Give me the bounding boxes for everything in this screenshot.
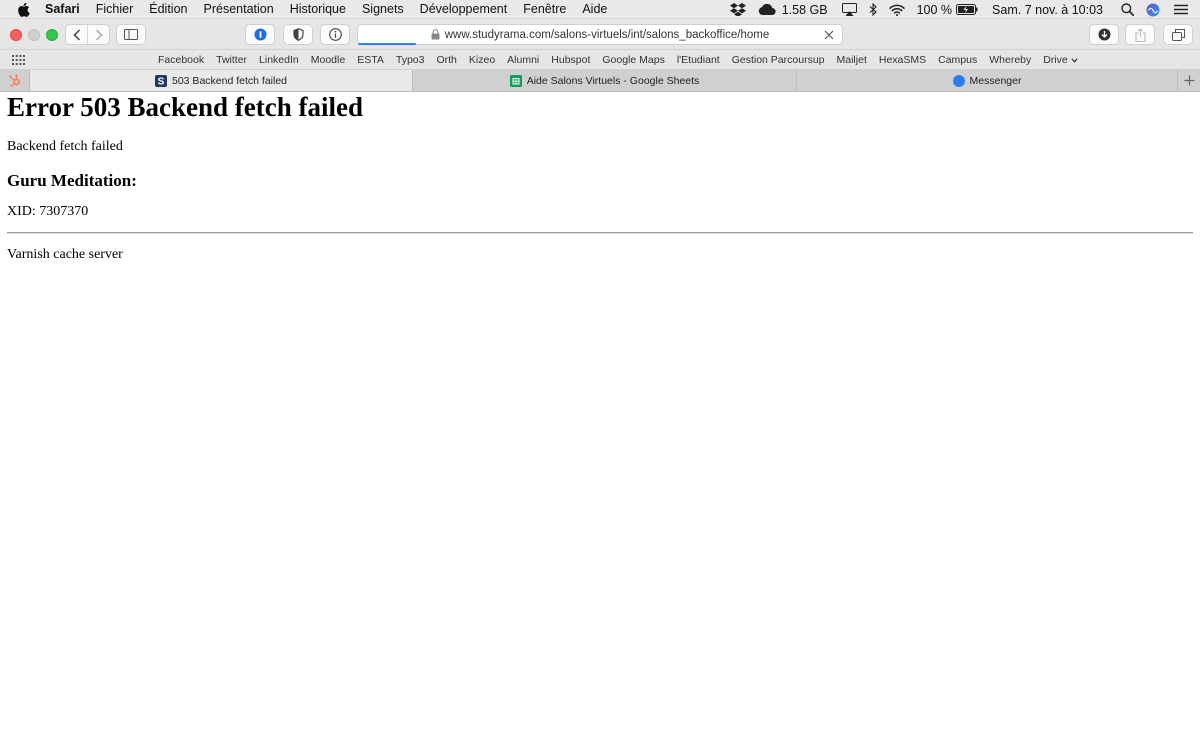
browser-toolbar: www.studyrama.com/salons-virtuels/int/sa…: [0, 19, 1200, 50]
window-zoom-button[interactable]: [46, 29, 58, 41]
menu-fichier[interactable]: Fichier: [96, 2, 134, 16]
favorite-gestion-parcoursup[interactable]: Gestion Parcoursup: [726, 54, 831, 66]
sidebar-toggle-button[interactable]: [116, 24, 146, 45]
favorite-google-maps[interactable]: Google Maps: [596, 54, 670, 66]
spotlight-icon[interactable]: [1121, 3, 1134, 16]
navigation-buttons: [65, 24, 110, 45]
tab-title: Messenger: [969, 74, 1022, 87]
error-message: Backend fetch failed: [7, 139, 123, 154]
menu-aide[interactable]: Aide: [582, 2, 607, 16]
share-button[interactable]: [1125, 24, 1155, 45]
favorite-esta[interactable]: ESTA: [351, 54, 390, 66]
dropbox-icon[interactable]: [729, 3, 746, 16]
memory-status[interactable]: 1.58 GB: [782, 3, 828, 17]
menu-presentation[interactable]: Présentation: [204, 2, 274, 16]
favorite-orth[interactable]: Orth: [430, 54, 462, 66]
clock[interactable]: Sam. 7 nov. à 10:03: [992, 3, 1103, 17]
chevron-right-icon: [95, 28, 103, 41]
1password-extension-button[interactable]: [245, 24, 275, 45]
favorite-facebook[interactable]: Facebook: [152, 54, 210, 66]
window-minimize-button[interactable]: [28, 29, 40, 41]
favorite-hubspot[interactable]: Hubspot: [545, 54, 596, 66]
web-page-content: Error 503 Backend fetch failed Backend f…: [0, 92, 1200, 750]
url-text[interactable]: www.studyrama.com/salons-virtuels/int/sa…: [445, 29, 769, 41]
favorite-whereby[interactable]: Whereby: [983, 54, 1037, 66]
tab-bar: S 503 Backend fetch failed Aide Salons V…: [0, 70, 1200, 92]
pinned-tab-hubspot[interactable]: [0, 70, 30, 91]
siri-icon[interactable]: [1146, 3, 1160, 17]
chevron-left-icon: [72, 28, 80, 41]
forward-button[interactable]: [87, 25, 109, 44]
menu-developpement[interactable]: Développement: [420, 2, 508, 16]
new-tab-button[interactable]: [1178, 70, 1200, 91]
favorites-bar: Facebook Twitter LinkedIn Moodle ESTA Ty…: [0, 50, 1200, 70]
favorites-grid-icon[interactable]: [12, 55, 25, 65]
info-icon: [328, 28, 342, 41]
menu-bar: Safari Fichier Édition Présentation Hist…: [0, 0, 1200, 19]
window-close-button[interactable]: [10, 29, 22, 41]
battery-percent[interactable]: 100 %: [917, 3, 952, 17]
messenger-icon: [952, 74, 965, 87]
share-icon: [1134, 27, 1146, 42]
guru-meditation-heading: Guru Meditation:: [7, 171, 137, 190]
info-button[interactable]: [320, 24, 350, 45]
downloads-button[interactable]: [1089, 24, 1119, 45]
favorite-campus[interactable]: Campus: [932, 54, 983, 66]
favorite-mailjet[interactable]: Mailjet: [831, 54, 873, 66]
menu-edition[interactable]: Édition: [149, 2, 187, 16]
favorite-folder-drive[interactable]: Drive: [1037, 54, 1084, 66]
studyrama-s-icon: S: [155, 74, 167, 87]
chevron-down-icon: [1071, 57, 1078, 63]
tabs-icon: [1171, 28, 1185, 41]
favorite-kizeo[interactable]: Kizeo: [463, 54, 501, 66]
lock-icon: [431, 29, 440, 40]
favorite-alumni[interactable]: Alumni: [501, 54, 545, 66]
stop-loading-button[interactable]: [821, 27, 837, 43]
menu-historique[interactable]: Historique: [290, 2, 346, 16]
favorite-folder-label: Drive: [1043, 54, 1068, 66]
tab-503-backend-fetch-failed[interactable]: S 503 Backend fetch failed: [30, 70, 413, 91]
menu-signets[interactable]: Signets: [362, 2, 404, 16]
shield-icon: [292, 28, 304, 41]
sidebar-icon: [124, 29, 138, 40]
tab-title: 503 Backend fetch failed: [172, 74, 287, 87]
tab-overview-button[interactable]: [1163, 24, 1193, 45]
tab-messenger[interactable]: Messenger: [797, 70, 1178, 91]
tab-title: Aide Salons Virtuels - Google Sheets: [526, 74, 700, 87]
back-button[interactable]: [66, 25, 87, 44]
control-center-icon[interactable]: [1174, 4, 1188, 15]
apple-icon[interactable]: [15, 1, 31, 17]
privacy-report-button[interactable]: [283, 24, 313, 45]
bluetooth-icon[interactable]: [869, 3, 877, 16]
page-load-progress: [358, 43, 417, 45]
favorite-letudiant[interactable]: l'Etudiant: [671, 54, 726, 66]
menu-app-name[interactable]: Safari: [45, 2, 80, 16]
divider: [7, 232, 1193, 234]
status-area: 1.58 GB 100 % Sam. 7 nov. à 10:03: [729, 0, 1200, 19]
download-icon: [1098, 28, 1110, 41]
1password-icon: [254, 28, 266, 41]
close-icon: [824, 30, 834, 40]
xid-text: XID: 7307370: [7, 204, 89, 219]
server-footer: Varnish cache server: [7, 247, 123, 262]
google-sheets-icon: [509, 74, 522, 87]
favorite-moodle[interactable]: Moodle: [305, 54, 351, 66]
airplay-icon[interactable]: [841, 3, 857, 16]
favorites-list: Facebook Twitter LinkedIn Moodle ESTA Ty…: [152, 50, 1084, 70]
cloud-icon[interactable]: [758, 4, 776, 15]
hubspot-icon: [8, 74, 20, 87]
battery-charging-icon[interactable]: [956, 4, 978, 15]
tab-google-sheets[interactable]: Aide Salons Virtuels - Google Sheets: [413, 70, 797, 91]
svg-text:S: S: [158, 76, 165, 86]
wifi-icon[interactable]: [888, 4, 905, 16]
favorite-typo3[interactable]: Typo3: [390, 54, 431, 66]
favorite-twitter[interactable]: Twitter: [210, 54, 253, 66]
menu-fenetre[interactable]: Fenêtre: [523, 2, 566, 16]
address-bar[interactable]: www.studyrama.com/salons-virtuels/int/sa…: [357, 24, 843, 45]
plus-icon: [1184, 75, 1194, 86]
error-heading: Error 503 Backend fetch failed: [7, 92, 363, 122]
favorite-linkedin[interactable]: LinkedIn: [253, 54, 305, 66]
favorite-hexasms[interactable]: HexaSMS: [873, 54, 932, 66]
